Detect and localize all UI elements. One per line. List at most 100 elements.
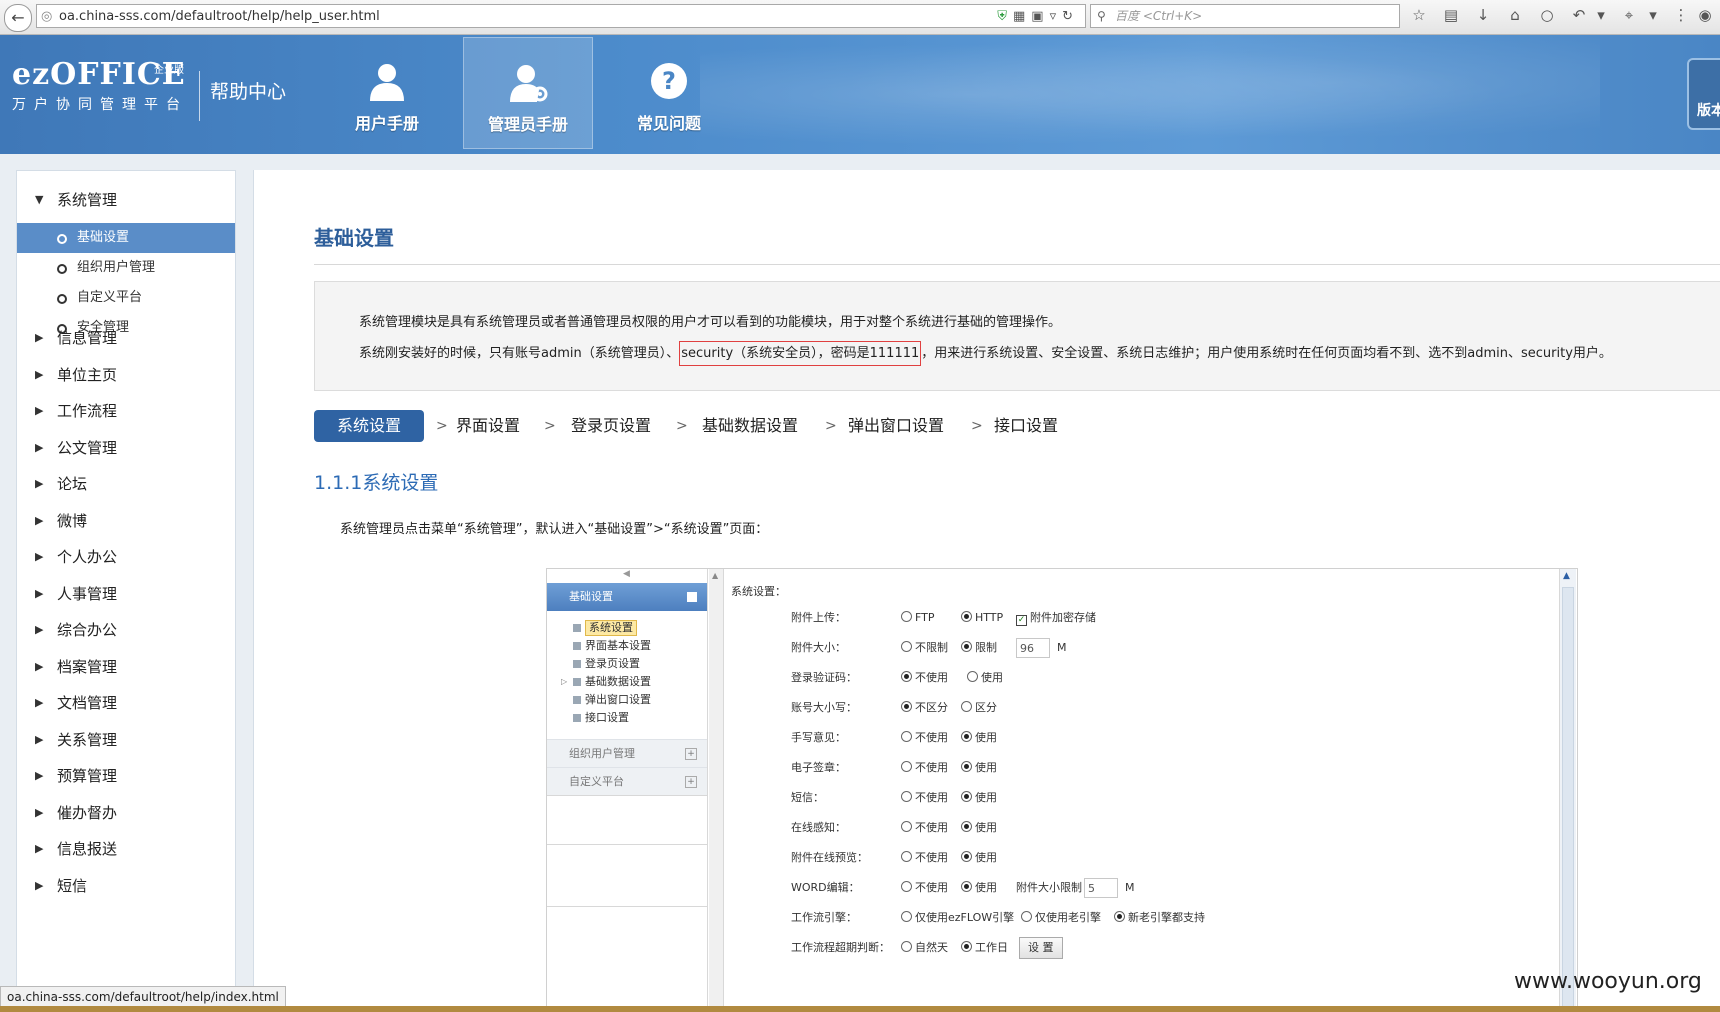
shot-radio-label: 使用 [975, 881, 997, 894]
tab-user-manual[interactable]: 用户手册 [322, 37, 452, 149]
shot-radio-option: 不使用 [901, 727, 948, 749]
sidebar-group[interactable]: ▶ 工作流程 [17, 396, 235, 426]
dropdown-icon[interactable]: ▿ [1050, 9, 1063, 24]
intro-text: ，用来进行系统设置、安全设置、系统日志维护；用户使用系统时在任何页面均看不到、选… [921, 346, 1612, 361]
home-icon[interactable]: ⌂ [1504, 6, 1526, 24]
reader-icon[interactable]: ▣ [1031, 9, 1049, 24]
shot-radio-option: 工作日 [961, 937, 1008, 959]
radio-icon [901, 821, 912, 832]
sidebar-group[interactable]: ▶ 短信 [17, 871, 235, 901]
shot-tree-label: 系统设置 [585, 620, 637, 636]
step-basic-data-settings[interactable]: 基础数据设置 [702, 410, 798, 442]
tab-faq[interactable]: ? 常见问题 [604, 37, 734, 149]
sidebar-item-custom-platform[interactable]: 自定义平台 [17, 283, 235, 313]
circle-bullet-icon [57, 234, 67, 244]
shot-setting-label: 手写意见： [791, 731, 846, 744]
step-system-settings[interactable]: 系统设置 [314, 410, 424, 442]
shot-radio-option: 不使用 [901, 667, 948, 689]
shot-tree-label: 弹出窗口设置 [585, 693, 651, 706]
plus-icon: + [685, 748, 697, 760]
sidebar-group-label: 信息报送 [57, 840, 118, 858]
shot-radio-option: 仅使用老引擎 [1021, 907, 1101, 929]
triangle-right-icon: ▶ [35, 331, 44, 344]
sidebar-group[interactable]: ▶ 信息管理 [17, 323, 235, 353]
sidebar-group[interactable]: ▶ 关系管理 [17, 725, 235, 755]
sidebar-group-label: 短信 [57, 876, 88, 895]
back-arrow-icon[interactable]: ← [4, 4, 32, 32]
radio-icon [961, 821, 972, 832]
sidebar-group[interactable]: ▶ 公文管理 [17, 433, 235, 463]
sidebar-item-label: 自定义平台 [77, 290, 143, 305]
triangle-right-icon: ▶ [35, 805, 44, 819]
shot-radio-option: 区分 [961, 697, 997, 719]
main-content: 基础设置 系统管理模块是具有系统管理员或者普通管理员权限的用户才可以看到的功能模… [253, 170, 1720, 1012]
shot-radio-label: 自然天 [915, 941, 948, 954]
sidebar-group[interactable]: ▶ 信息报送 [17, 834, 235, 864]
sidebar-group[interactable]: ▶ 预算管理 [17, 761, 235, 791]
page-icon [573, 714, 581, 722]
download-icon[interactable]: ↓ [1472, 6, 1494, 24]
sidebar-group-label: 综合办公 [57, 621, 118, 639]
dropdown-icon[interactable]: ▾ [1590, 6, 1612, 24]
shot-radio-option: 不限制 [901, 637, 948, 659]
logo-edition: 企业版 [154, 65, 184, 76]
star-icon[interactable]: ☆ [1408, 6, 1430, 24]
shot-tree-item: 登录页设置 [547, 655, 707, 673]
step-interface-settings[interactable]: 接口设置 [994, 410, 1058, 442]
shot-checkbox: ✓ 附件加密存储 [1016, 607, 1096, 629]
sidebar-group[interactable]: ▶ 文档管理 [17, 688, 235, 718]
world-map-decoration [700, 35, 1600, 154]
taskbar [0, 1006, 1720, 1012]
shot-panel-header: 基础设置 [547, 583, 707, 611]
chat-icon[interactable]: ○ [1536, 6, 1558, 24]
sidebar-group-label: 人事管理 [57, 584, 118, 603]
shot-radio-option: 不使用 [901, 757, 948, 779]
shot-setting-label: WORD编辑： [791, 881, 860, 894]
comment-icon[interactable]: ◉ [1694, 6, 1716, 24]
reload-icon[interactable]: ↻ [1062, 9, 1079, 24]
step-ui-settings[interactable]: 界面设置 [456, 410, 520, 442]
radio-icon [967, 671, 978, 682]
menu-icon[interactable]: ⋮ [1670, 6, 1692, 24]
tab-admin-manual[interactable]: 管理员手册 [463, 37, 593, 149]
shot-radio-option: 新老引擎都支持 [1114, 907, 1205, 929]
sidebar-group[interactable]: ▶ 论坛 [17, 469, 235, 499]
sidebar-group[interactable]: ▶ 个人办公 [17, 542, 235, 572]
sidebar-group[interactable]: ▶ 人事管理 [17, 579, 235, 609]
shield-icon[interactable]: ⛨ [997, 9, 1013, 24]
shot-setting-label: 登录验证码： [791, 671, 857, 684]
sidebar-group[interactable]: ▶ 催办督办 [17, 798, 235, 828]
address-bar[interactable]: ◎ oa.china-sss.com/defaultroot/help/help… [36, 4, 1086, 28]
radio-icon [901, 881, 912, 892]
crop-icon[interactable]: ⌖ [1618, 6, 1640, 24]
radio-icon [961, 731, 972, 742]
shot-tree-item: 系统设置 [547, 619, 707, 637]
version-tab[interactable]: 版本 [1687, 58, 1720, 130]
radio-icon [901, 641, 912, 652]
expand-icon: ▷ [561, 677, 568, 686]
sidebar-group[interactable]: ▶ 综合办公 [17, 615, 235, 645]
step-popup-settings[interactable]: 弹出窗口设置 [848, 410, 944, 442]
page-icon [573, 678, 581, 686]
step-login-page-settings[interactable]: 登录页设置 [571, 410, 651, 442]
sidebar-group[interactable]: ▶ 微博 [17, 506, 235, 536]
logo[interactable]: ezOFFICE 企业版 万户协同管理平台 [12, 57, 188, 114]
radio-icon [1114, 911, 1125, 922]
status-bar: oa.china-sss.com/defaultroot/help/index.… [0, 986, 286, 1008]
sidebar-group-label: 微博 [57, 511, 88, 530]
collapse-left-icon: ◀ [623, 569, 630, 579]
sidebar-group[interactable]: ▶ 档案管理 [17, 652, 235, 682]
sidebar-group[interactable]: ▶ 单位主页 [17, 360, 235, 390]
circle-bullet-icon [57, 264, 67, 274]
reading-list-icon[interactable]: ▤ [1440, 6, 1462, 24]
dropdown-icon[interactable]: ▾ [1642, 6, 1664, 24]
radio-icon [961, 791, 972, 802]
question-icon: ? [651, 63, 687, 99]
search-input[interactable]: ⚲ 百度 <Ctrl+K> [1090, 4, 1400, 28]
qr-code-icon[interactable]: ▦ [1013, 9, 1031, 24]
sidebar-group-system[interactable]: ▼ 系统管理 [17, 185, 235, 215]
sidebar-item-basic-settings[interactable]: 基础设置 [17, 223, 235, 253]
undo-icon[interactable]: ↶ [1568, 6, 1590, 24]
shot-radio-label: 区分 [975, 701, 997, 714]
sidebar-item-org-users[interactable]: 组织用户管理 [17, 253, 235, 283]
